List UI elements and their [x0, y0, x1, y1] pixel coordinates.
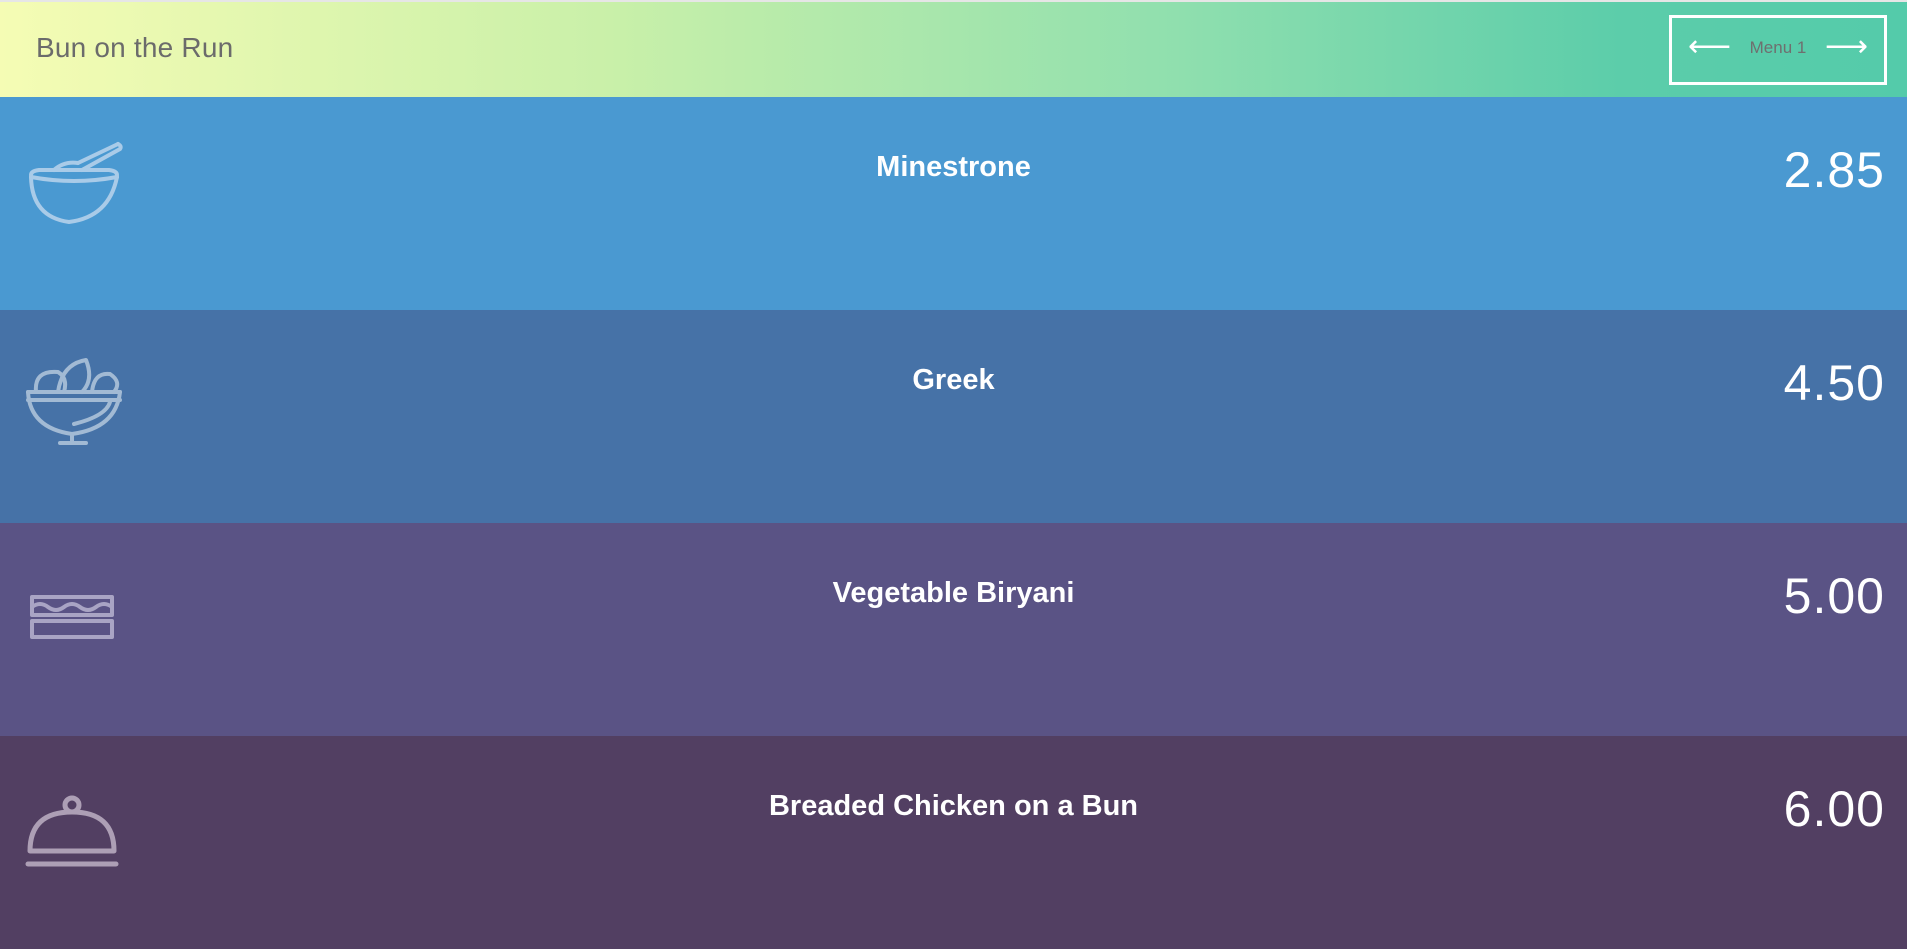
- menu-item-name: Greek: [912, 364, 995, 396]
- menu-item-name: Breaded Chicken on a Bun: [768, 790, 1138, 822]
- menu-item-name: Minestrone: [876, 151, 1031, 183]
- brand-title: Bun on the Run: [36, 32, 234, 63]
- menu-item-row: Breaded Chicken on a Bun 6.00: [0, 736, 1907, 949]
- header: Bun on the Run ⟵ Menu 1 ⟶: [0, 0, 1907, 97]
- menu-item-price: 5.00: [1783, 568, 1885, 624]
- menu-item-row: Vegetable Biryani 5.00: [0, 523, 1907, 736]
- menu-switcher: ⟵ Menu 1 ⟶: [1669, 15, 1887, 85]
- menu-item-price: 2.85: [1783, 142, 1885, 198]
- next-menu-arrow-icon[interactable]: ⟶: [1825, 32, 1868, 62]
- menu-item-price: 6.00: [1783, 781, 1885, 837]
- menu-item-price: 4.50: [1783, 355, 1885, 411]
- menu-item-row: Minestrone 2.85: [0, 97, 1907, 310]
- menu-item-row: Greek 4.50: [0, 310, 1907, 523]
- menu-item-name: Vegetable Biryani: [832, 577, 1075, 609]
